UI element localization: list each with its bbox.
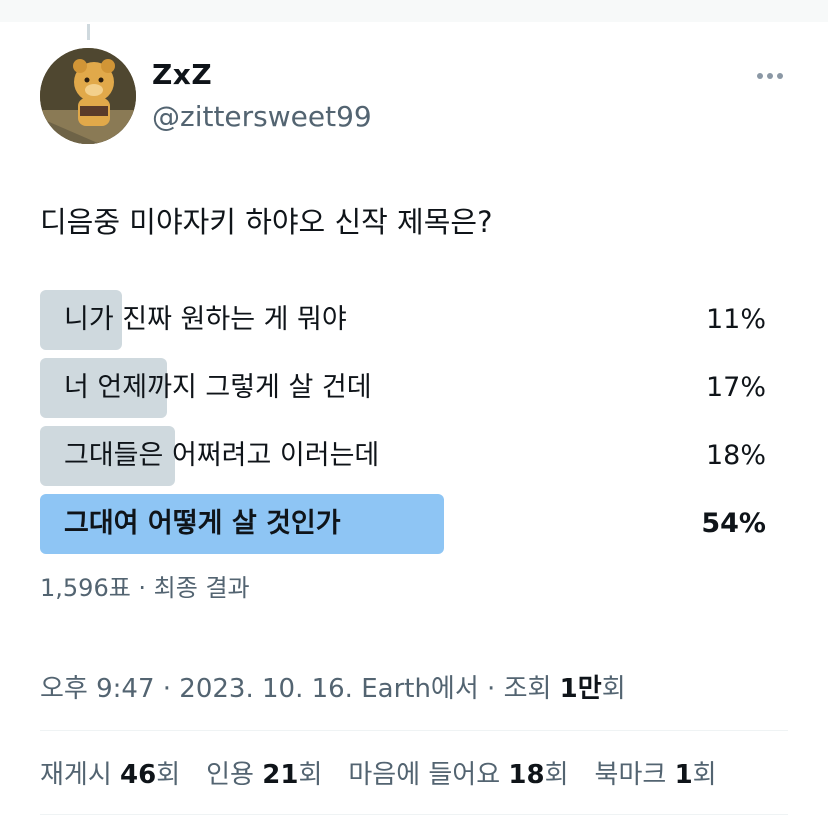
retweets-count: 46 <box>120 760 157 790</box>
more-dot-icon <box>767 73 773 79</box>
poll-option-winner: 그대여 어떻게 살 것인가 54% <box>40 494 780 554</box>
poll-meta: 1,596표 · 최종 결과 <box>40 574 250 602</box>
bookmarks-label: 북마크 <box>594 760 675 790</box>
quotes-unit: 회 <box>298 760 323 790</box>
timestamp-text: 오후 9:47 · 2023. 10. 16. Earth에서 · 조회 <box>40 674 560 704</box>
poll-option-percent: 11% <box>705 304 766 335</box>
poll-option-percent: 54% <box>701 508 766 539</box>
likes-unit: 회 <box>544 760 569 790</box>
poll-option: 그대들은 어쩌려고 이러는데 18% <box>40 426 780 486</box>
view-count: 1만 <box>559 674 602 704</box>
poll-option: 니가 진짜 원하는 게 뭐야 11% <box>40 290 780 350</box>
divider <box>40 730 788 731</box>
likes-label: 마음에 들어요 <box>348 760 509 790</box>
retweets-stat[interactable]: 재게시 46회 <box>40 754 180 791</box>
poll-option-label: 그대여 어떻게 살 것인가 <box>64 508 341 539</box>
poll-option-label: 그대들은 어쩌려고 이러는데 <box>64 440 380 471</box>
bookmarks-unit: 회 <box>692 760 717 790</box>
avatar[interactable] <box>40 48 136 144</box>
poll-option-percent: 18% <box>705 440 766 471</box>
quotes-stat[interactable]: 인용 21회 <box>206 754 322 791</box>
likes-stat[interactable]: 마음에 들어요 18회 <box>348 754 568 791</box>
poll-option-label: 너 언제까지 그렇게 살 건데 <box>64 372 372 403</box>
more-options-button[interactable] <box>752 62 788 90</box>
thread-line <box>87 24 90 40</box>
retweets-label: 재게시 <box>40 760 121 790</box>
view-count-unit: 회 <box>601 674 626 704</box>
display-name[interactable]: ZxZ <box>152 58 212 91</box>
tweet-timestamp[interactable]: 오후 9:47 · 2023. 10. 16. Earth에서 · 조회 1만회 <box>40 668 626 705</box>
poll-option-percent: 17% <box>705 372 766 403</box>
poll: 니가 진짜 원하는 게 뭐야 11% 너 언제까지 그렇게 살 건데 17% 그… <box>40 290 780 562</box>
engagement-stats: 재게시 46회 인용 21회 마음에 들어요 18회 북마크 1회 <box>40 754 717 791</box>
user-handle[interactable]: @zittersweet99 <box>152 100 372 133</box>
retweets-unit: 회 <box>156 760 181 790</box>
quotes-count: 21 <box>262 760 299 790</box>
quotes-label: 인용 <box>206 760 263 790</box>
bookmarks-count: 1 <box>674 760 693 790</box>
top-strip <box>0 0 828 22</box>
likes-count: 18 <box>508 760 545 790</box>
more-dot-icon <box>757 73 763 79</box>
divider <box>40 814 788 815</box>
more-dot-icon <box>777 73 783 79</box>
tweet-text: 디음중 미야자키 하야오 신작 제목은? <box>40 205 493 239</box>
avatar-image <box>40 48 136 144</box>
poll-option: 너 언제까지 그렇게 살 건데 17% <box>40 358 780 418</box>
poll-option-label: 니가 진짜 원하는 게 뭐야 <box>64 304 347 335</box>
bookmarks-stat[interactable]: 북마크 1회 <box>595 754 717 791</box>
